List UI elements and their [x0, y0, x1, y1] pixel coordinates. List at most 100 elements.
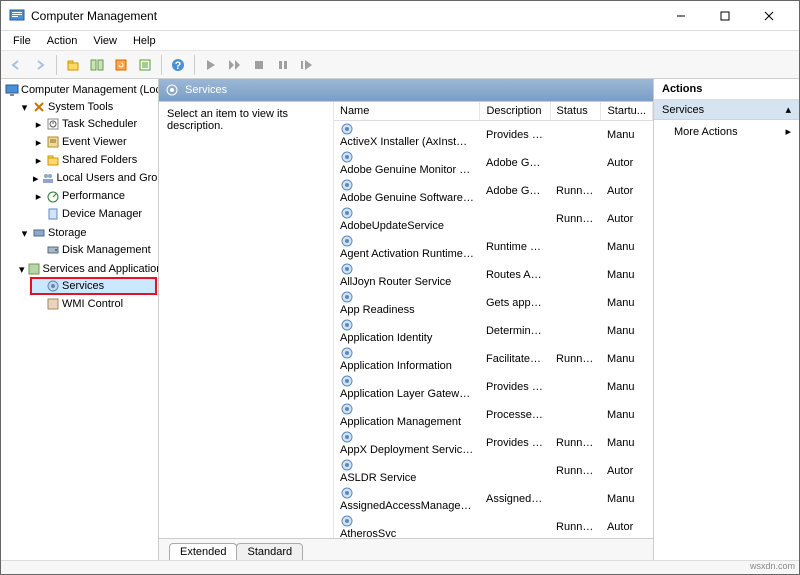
expand-icon[interactable]: ▾ [19, 228, 30, 239]
service-row[interactable]: Agent Activation Runtime_e... Runtime fo… [334, 233, 653, 261]
service-name: Agent Activation Runtime_e... [334, 233, 480, 261]
service-row[interactable]: ASLDR Service Running Autor [334, 457, 653, 485]
service-desc [480, 513, 550, 538]
tree-services-apps[interactable]: ▾ Services and Applications [17, 261, 156, 277]
tree-item-local-users-and-groups[interactable]: ▸ Local Users and Groups [31, 170, 156, 186]
service-startup: Autor [601, 177, 653, 205]
service-row[interactable]: ActiveX Installer (AxInstSV) Provides Us… [334, 121, 653, 150]
tab-extended[interactable]: Extended [169, 543, 237, 560]
service-name: AdobeUpdateService [334, 205, 480, 233]
pause-service-button [272, 54, 294, 76]
toolbar-separator [161, 55, 162, 75]
actions-group-services[interactable]: Services ▴ [654, 100, 799, 120]
service-row[interactable]: App Readiness Gets apps re... Manu [334, 289, 653, 317]
service-desc: Gets apps re... [480, 289, 550, 317]
service-row[interactable]: Application Information Facilitates th..… [334, 345, 653, 373]
column-name[interactable]: Name [334, 102, 480, 121]
service-startup: Manu [601, 401, 653, 429]
tree-item-icon [46, 135, 60, 149]
column-startup[interactable]: Startu... [601, 102, 653, 121]
service-name: AppX Deployment Service (A... [334, 429, 480, 457]
toolbar-separator [194, 55, 195, 75]
tree-storage[interactable]: ▾ Storage [17, 225, 156, 241]
tree-item-icon [46, 153, 60, 167]
action-more-actions[interactable]: More Actions ▸ [654, 120, 799, 143]
navigation-tree[interactable]: Computer Management (Local) ▾ System Too… [1, 79, 159, 560]
tree-item-device-manager[interactable]: ▸ Device Manager [31, 206, 156, 222]
tree-item-services[interactable]: ▸ Services [31, 278, 156, 294]
toolbar-separator [56, 55, 57, 75]
service-row[interactable]: Adobe Genuine Monitor Ser... Adobe Genui… [334, 149, 653, 177]
service-status [550, 373, 601, 401]
menu-file[interactable]: File [7, 33, 37, 49]
column-status[interactable]: Status [550, 102, 601, 121]
service-row[interactable]: Application Management Processes in... M… [334, 401, 653, 429]
tree-item-event-viewer[interactable]: ▸ Event Viewer [31, 134, 156, 150]
service-status: Running [550, 345, 601, 373]
close-button[interactable] [747, 2, 791, 30]
tree-item-task-scheduler[interactable]: ▸ Task Scheduler [31, 116, 156, 132]
back-button [5, 54, 27, 76]
service-row[interactable]: AtherosSvc Running Autor [334, 513, 653, 538]
maximize-button[interactable] [703, 2, 747, 30]
tree-root[interactable]: Computer Management (Local) [3, 82, 156, 98]
up-button[interactable] [62, 54, 84, 76]
tree-system-tools[interactable]: ▾ System Tools [17, 99, 156, 115]
tree-item-label: Local Users and Groups [57, 172, 159, 184]
service-row[interactable]: Adobe Genuine Software Int... Adobe Genu… [334, 177, 653, 205]
service-desc: Adobe Genui... [480, 149, 550, 177]
help-button[interactable]: ? [167, 54, 189, 76]
menu-help[interactable]: Help [127, 33, 162, 49]
show-hide-button[interactable] [86, 54, 108, 76]
service-status: Running [550, 177, 601, 205]
menu-bar: File Action View Help [1, 31, 799, 51]
services-list[interactable]: Name Description Status Startu... Active… [334, 102, 653, 538]
computer-icon [5, 83, 19, 97]
service-row[interactable]: AllJoyn Router Service Routes AllJo... M… [334, 261, 653, 289]
service-name: Application Management [334, 401, 480, 429]
export-list-button[interactable] [134, 54, 156, 76]
chevron-right-icon[interactable]: ▸ [33, 191, 44, 202]
title-bar: Computer Management [1, 1, 799, 31]
service-status [550, 317, 601, 345]
column-description[interactable]: Description [480, 102, 550, 121]
service-row[interactable]: Application Identity Determines ... Manu [334, 317, 653, 345]
chevron-right-icon[interactable]: ▸ [33, 173, 39, 184]
tree-item-wmi-control[interactable]: ▸ WMI Control [31, 296, 156, 312]
service-status: Running [550, 205, 601, 233]
footer: wsxdn.com [1, 560, 799, 574]
service-row[interactable]: AdobeUpdateService Running Autor [334, 205, 653, 233]
service-name: Adobe Genuine Software Int... [334, 177, 480, 205]
service-row[interactable]: Application Layer Gateway S... Provides … [334, 373, 653, 401]
tree-item-icon [46, 279, 60, 293]
expand-icon[interactable]: ▾ [19, 264, 25, 275]
service-startup: Autor [601, 513, 653, 538]
services-header: Services [159, 79, 653, 101]
chevron-right-icon[interactable]: ▸ [33, 155, 44, 166]
tree-item-icon [46, 189, 60, 203]
tree-item-shared-folders[interactable]: ▸ Shared Folders [31, 152, 156, 168]
service-name: Application Layer Gateway S... [334, 373, 480, 401]
service-row[interactable]: AssignedAccessManager Ser... AssignedAcc… [334, 485, 653, 513]
tools-icon [32, 100, 46, 114]
menu-action[interactable]: Action [41, 33, 84, 49]
tree-item-icon [46, 207, 60, 221]
tree-item-label: Services and Applications [43, 263, 159, 275]
chevron-right-icon: ▸ [785, 125, 791, 138]
chevron-right-icon[interactable]: ▸ [33, 119, 44, 130]
minimize-button[interactable] [659, 2, 703, 30]
service-startup: Manu [601, 345, 653, 373]
tab-standard[interactable]: Standard [236, 543, 303, 560]
refresh-button[interactable] [110, 54, 132, 76]
service-desc [480, 457, 550, 485]
tree-item-performance[interactable]: ▸ Performance [31, 188, 156, 204]
service-desc: Adobe Genui... [480, 177, 550, 205]
tree-item-disk-management[interactable]: ▸ Disk Management [31, 242, 156, 258]
chevron-right-icon[interactable]: ▸ [33, 137, 44, 148]
service-row[interactable]: AppX Deployment Service (A... Provides i… [334, 429, 653, 457]
stop-service-button [248, 54, 270, 76]
description-pane: Select an item to view its description. [159, 102, 334, 538]
expand-icon[interactable]: ▾ [19, 102, 30, 113]
menu-view[interactable]: View [87, 33, 123, 49]
service-startup: Manu [601, 373, 653, 401]
